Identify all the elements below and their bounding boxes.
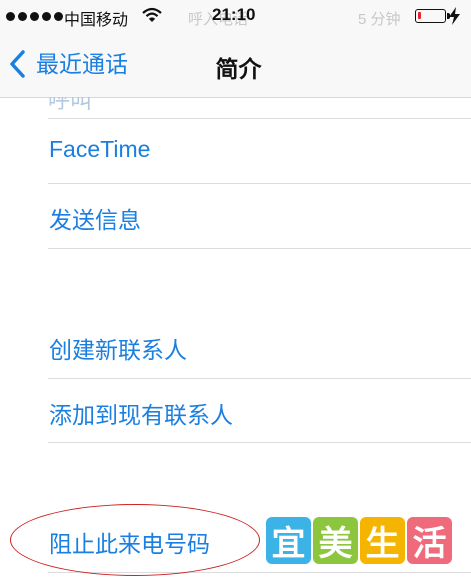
status-bar: 中国移动 呼入电话 21:10 5 分钟: [0, 0, 471, 34]
carrier-name: 中国移动: [64, 12, 129, 29]
divider: [48, 248, 471, 249]
phone-screen: 中国移动 呼入电话 21:10 5 分钟 最近通话 简介 呼叫 FaceTime: [0, 0, 471, 583]
divider: [48, 183, 471, 184]
background-ghost-text-right: 5 分钟: [358, 11, 401, 28]
add-to-existing-contact-label: 添加到现有联系人: [49, 402, 233, 428]
navigation-bar: 最近通话 简介: [0, 34, 471, 98]
status-time: 21:10: [212, 5, 256, 24]
watermark-char: 美: [313, 517, 358, 564]
watermark-char: 活: [407, 517, 452, 564]
watermark-logo: 宜 美 生 活: [266, 517, 452, 564]
divider: [48, 378, 471, 379]
send-message-button[interactable]: 发送信息: [48, 185, 471, 247]
battery-icon: [415, 9, 450, 23]
signal-dots-icon: [6, 12, 63, 21]
watermark-char: 生: [360, 517, 405, 564]
list-item-call[interactable]: 呼叫: [48, 97, 468, 118]
wifi-icon: [142, 7, 162, 22]
charging-bolt-icon: [449, 7, 460, 25]
create-contact-button[interactable]: 创建新联系人: [48, 315, 471, 377]
send-message-label: 发送信息: [49, 207, 141, 233]
facetime-label: FaceTime: [49, 136, 151, 162]
divider: [48, 118, 471, 119]
page-title: 简介: [215, 56, 262, 82]
list-item-call-label: 呼叫: [48, 97, 93, 113]
add-to-existing-contact-button[interactable]: 添加到现有联系人: [48, 380, 471, 442]
watermark-char: 宜: [266, 517, 311, 564]
facetime-button[interactable]: FaceTime: [48, 120, 471, 182]
create-contact-label: 创建新联系人: [49, 337, 187, 363]
divider: [48, 442, 471, 443]
battery-level: [418, 12, 421, 19]
red-circle-annotation: [10, 504, 260, 576]
